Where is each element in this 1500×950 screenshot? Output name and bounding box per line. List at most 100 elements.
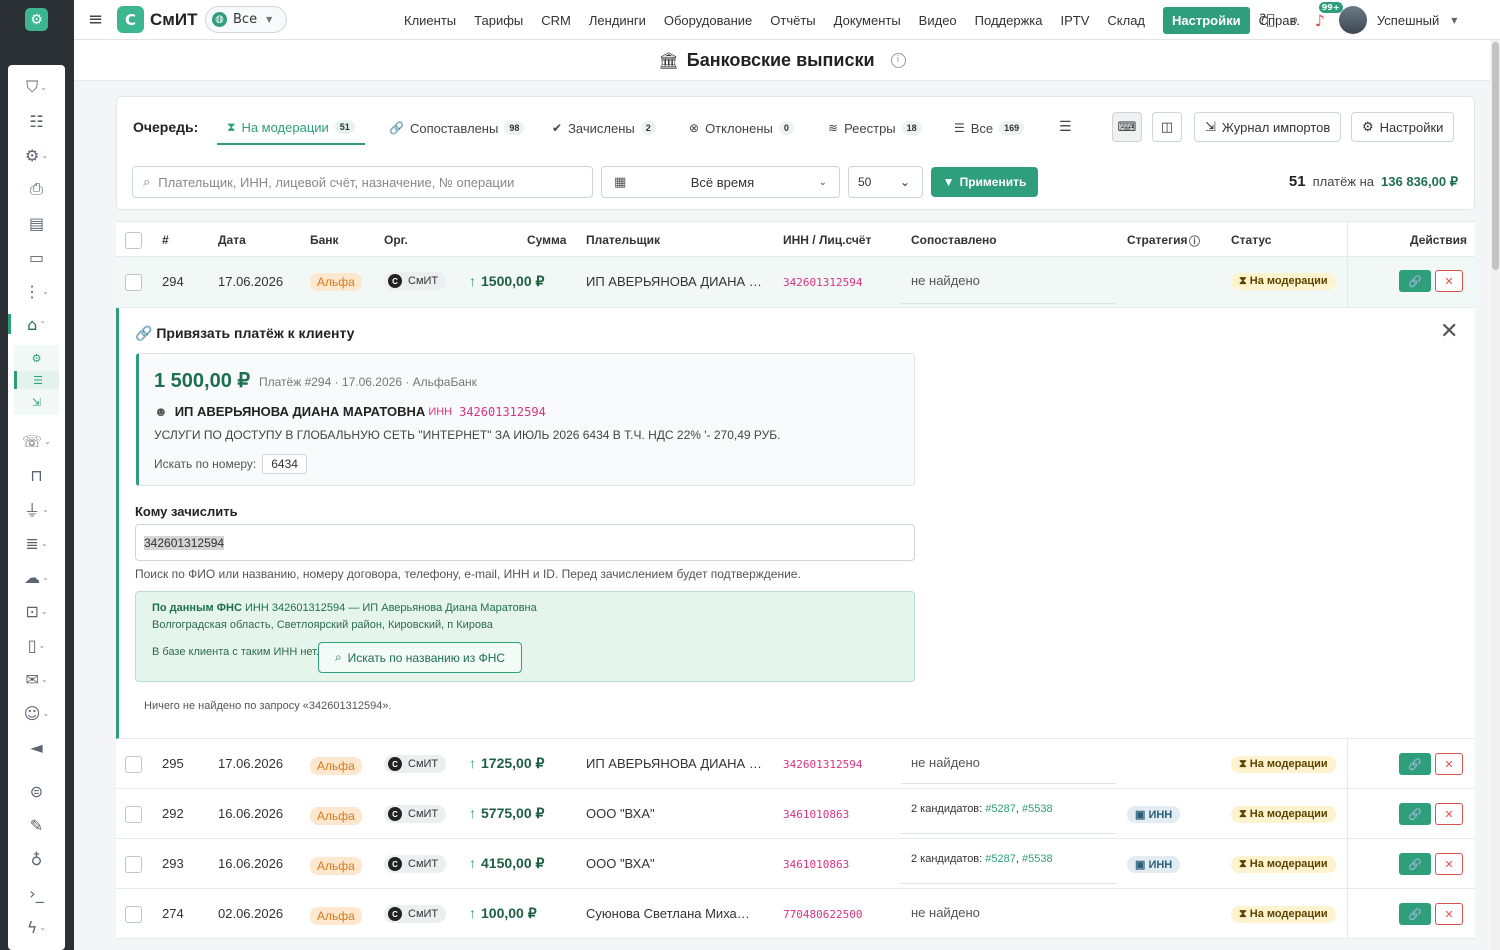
- nav-crm[interactable]: CRM: [541, 13, 571, 28]
- link-client-button[interactable]: 🔗: [1399, 270, 1431, 292]
- row-checkbox[interactable]: [125, 806, 142, 823]
- nav-landings[interactable]: Лендинги: [589, 13, 646, 28]
- nav-reports[interactable]: Отчёты: [770, 13, 815, 28]
- search-icon[interactable]: ⌕: [1291, 12, 1299, 28]
- row-inn[interactable]: 342601312594: [783, 276, 862, 289]
- nav-clients[interactable]: Клиенты: [404, 13, 456, 28]
- scrollbar-thumb[interactable]: [1492, 42, 1499, 270]
- import-log-button[interactable]: ⇲ Журнал импортов: [1194, 112, 1342, 142]
- nav-support[interactable]: Поддержка: [975, 13, 1043, 28]
- reject-button[interactable]: ✕: [1435, 803, 1463, 825]
- reject-button[interactable]: ✕: [1435, 270, 1463, 292]
- bell-icon[interactable]: ♪ 99+: [1315, 1, 1343, 30]
- card-icon[interactable]: ▭: [8, 243, 65, 271]
- candidate-link[interactable]: #5287: [985, 853, 1016, 865]
- row-inn[interactable]: 3461010863: [783, 808, 849, 821]
- row-inn[interactable]: 770480622500: [783, 908, 862, 921]
- printer-icon[interactable]: ⎙: [8, 175, 65, 203]
- row-checkbox[interactable]: [125, 906, 142, 923]
- nav-iptv[interactable]: IPTV: [1060, 13, 1089, 28]
- shield-icon[interactable]: ⛉ ⌄: [8, 73, 65, 101]
- sub-import-icon[interactable]: ⇲: [14, 393, 59, 411]
- phone-icon[interactable]: ☏ ⌄: [8, 427, 65, 455]
- network-icon[interactable]: ☷: [8, 107, 65, 135]
- brush-icon[interactable]: ✎: [8, 811, 65, 839]
- user-caret-icon[interactable]: ▼: [1451, 16, 1457, 25]
- select-all-checkbox[interactable]: [125, 232, 142, 249]
- tab-registries[interactable]: ≋ Реестры 18: [818, 111, 932, 145]
- menu-icon[interactable]: ≡: [88, 9, 103, 30]
- tab-credited[interactable]: ✔ Зачислены 2: [542, 111, 666, 145]
- cash-register-icon[interactable]: ▤: [8, 209, 65, 237]
- scope-select[interactable]: ◍ Все ▼: [205, 6, 287, 33]
- nav-tariffs[interactable]: Тарифы: [474, 13, 523, 28]
- table-row[interactable]: 294 17.06.2026 Альфа C СмИТ ↑ 1500,00 ₽ ИП…: [116, 257, 1475, 308]
- gears-icon[interactable]: ⚙ ⌄: [8, 141, 65, 169]
- megaphone-icon[interactable]: ◄: [8, 733, 65, 761]
- reject-button[interactable]: ✕: [1435, 753, 1463, 775]
- robot-icon[interactable]: ⊡ ⌄: [8, 597, 65, 625]
- whom-input[interactable]: 342601312594: [135, 524, 915, 561]
- sliders-icon[interactable]: ☰: [1059, 119, 1072, 135]
- table-row[interactable]: 292 16.06.2026 Альфа C СмИТ ↑ 5775,00 ₽ ОО…: [116, 789, 1475, 839]
- link-client-button[interactable]: 🔗: [1399, 753, 1431, 775]
- table-row[interactable]: 293 16.06.2026 Альфа C СмИТ ↑ 4150,00 ₽ ОО…: [116, 839, 1475, 889]
- row-inn[interactable]: 342601312594: [783, 758, 862, 771]
- whom-value[interactable]: 342601312594: [144, 535, 225, 550]
- plug-icon[interactable]: ⏚ ⌄: [8, 495, 65, 523]
- link-client-button[interactable]: 🔗: [1399, 853, 1431, 875]
- row-checkbox[interactable]: [125, 756, 142, 773]
- columns-button[interactable]: ◫: [1152, 112, 1182, 142]
- candidate-link[interactable]: #5538: [1022, 853, 1053, 865]
- nav-settings[interactable]: Настройки: [1163, 6, 1250, 34]
- mobile-icon[interactable]: ▯ ⌄: [8, 631, 65, 659]
- sub-settings-icon[interactable]: ⚙: [14, 349, 59, 367]
- info-icon[interactable]: i: [890, 52, 906, 68]
- sub-list-icon[interactable]: ☰: [14, 371, 59, 389]
- candidate-link[interactable]: #5538: [1022, 803, 1053, 815]
- bolt-icon[interactable]: ϟ ⌄: [8, 913, 65, 941]
- nav-equipment[interactable]: Оборудование: [664, 13, 752, 28]
- candidate-link[interactable]: #5287: [985, 803, 1016, 815]
- link-client-button[interactable]: 🔗: [1399, 903, 1431, 925]
- nav-video[interactable]: Видео: [919, 13, 957, 28]
- search-input[interactable]: [158, 174, 579, 190]
- row-checkbox[interactable]: [125, 274, 142, 291]
- page-scrollbar[interactable]: [1491, 40, 1500, 950]
- nav-warehouse[interactable]: Склад: [1107, 13, 1145, 28]
- nav-documents[interactable]: Документы: [834, 13, 901, 28]
- terminal-icon[interactable]: ›_: [8, 879, 65, 907]
- user-name[interactable]: Успешный: [1377, 13, 1439, 28]
- keyboard-button[interactable]: ⌨: [1112, 112, 1142, 142]
- reject-button[interactable]: ✕: [1435, 903, 1463, 925]
- fns-search-button[interactable]: ⌕ Искать по названию из ФНС: [318, 642, 522, 673]
- traffic-light-icon[interactable]: ⋮ ⌄: [8, 277, 65, 305]
- apply-button[interactable]: ▼ Применить: [931, 167, 1038, 197]
- search-field[interactable]: ⌕: [132, 166, 593, 198]
- close-icon[interactable]: ✕: [1440, 319, 1458, 344]
- mail-icon[interactable]: ✉ ⌄: [8, 665, 65, 693]
- app-logo-icon[interactable]: ⚙: [25, 8, 48, 31]
- link-client-button[interactable]: 🔗: [1399, 803, 1431, 825]
- tab-all[interactable]: ☰ Все 169: [944, 111, 1034, 145]
- period-select[interactable]: ▦ Всё время ⌄: [601, 166, 840, 198]
- avatar[interactable]: [1338, 6, 1367, 34]
- th-sum[interactable]: Сумма: [527, 233, 566, 247]
- reject-button[interactable]: ✕: [1435, 853, 1463, 875]
- per-page-select[interactable]: 50 ⌄: [848, 166, 923, 198]
- tab-matched[interactable]: 🔗 Сопоставлены 98: [379, 111, 534, 145]
- inn-value[interactable]: 342601312594: [459, 405, 546, 419]
- cloud-icon[interactable]: ☁ ⌄: [8, 563, 65, 591]
- search-number-chip[interactable]: 6434: [262, 454, 307, 474]
- question-icon[interactable]: ?⃝: [1259, 12, 1275, 28]
- strategy-info-icon[interactable]: ⓘ: [1189, 233, 1200, 249]
- settings-button[interactable]: ⚙ Настройки: [1351, 112, 1455, 142]
- bank-icon[interactable]: ⌂ ⌃: [8, 310, 65, 338]
- tab-moderation[interactable]: ⧗ На модерации 51: [217, 111, 365, 145]
- server-icon[interactable]: ≣ ⌄: [8, 529, 65, 557]
- cart-icon[interactable]: ⊓: [8, 461, 65, 489]
- th-date[interactable]: Дата: [218, 233, 246, 247]
- users-icon[interactable]: ☺ ⌄: [8, 699, 65, 727]
- database-icon[interactable]: ⊜: [8, 777, 65, 805]
- table-row[interactable]: 295 17.06.2026 Альфа C СмИТ ↑ 1725,00 ₽ ИП…: [116, 739, 1475, 789]
